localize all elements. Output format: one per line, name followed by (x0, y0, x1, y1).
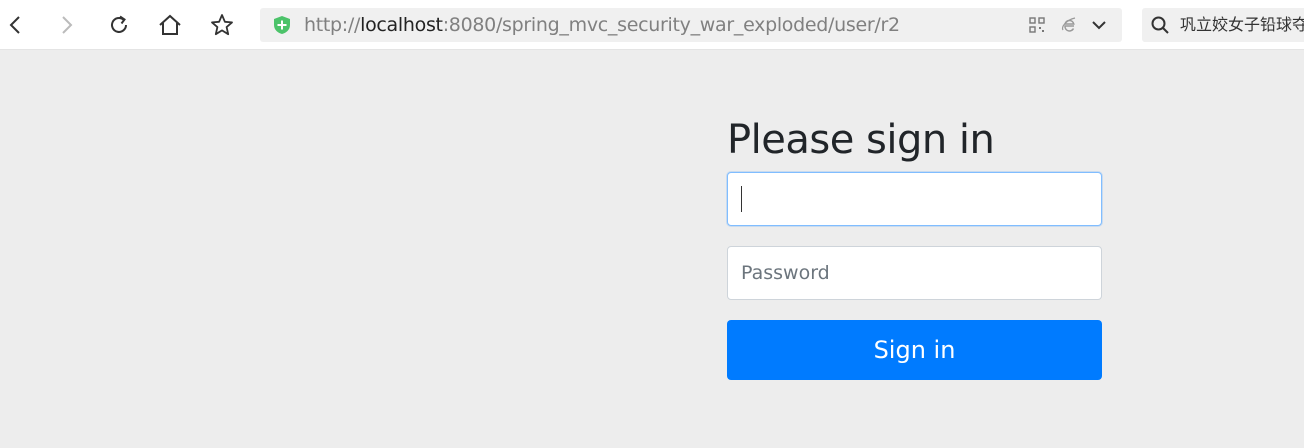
search-box[interactable]: 巩立姣女子铅球夺 (1142, 8, 1304, 42)
url-prefix: http:// (304, 14, 361, 36)
sign-in-form: Please sign in Sign in (727, 116, 1102, 380)
forward-arrow-icon (62, 16, 73, 34)
reload-icon (111, 15, 127, 33)
url-host: localhost (360, 14, 443, 36)
url-path: :8080/spring_mvc_security_war_exploded/u… (442, 14, 900, 36)
username-input[interactable] (727, 172, 1102, 226)
shield-icon (274, 16, 290, 34)
sign-in-button[interactable]: Sign in (727, 320, 1102, 380)
password-input[interactable] (727, 246, 1102, 300)
back-button[interactable] (0, 9, 32, 41)
username-field-wrapper (727, 172, 1102, 226)
browser-toolbar: http://localhost:8080/spring_mvc_securit… (0, 0, 1304, 50)
search-icon (1151, 16, 1169, 34)
url-text[interactable]: http://localhost:8080/spring_mvc_securit… (304, 8, 900, 42)
reload-button[interactable] (103, 9, 135, 41)
forward-button[interactable] (50, 9, 82, 41)
text-cursor (741, 186, 742, 212)
form-heading: Please sign in (727, 117, 995, 163)
address-bar[interactable]: http://localhost:8080/spring_mvc_securit… (260, 8, 1122, 42)
ie-icon[interactable] (1059, 15, 1079, 35)
home-button[interactable] (154, 9, 186, 41)
password-field-wrapper (727, 246, 1102, 300)
search-suggestion-text[interactable]: 巩立姣女子铅球夺 (1180, 8, 1304, 42)
favorite-button[interactable] (206, 9, 238, 41)
chevron-down-icon[interactable] (1089, 15, 1109, 35)
star-icon (211, 14, 233, 36)
qr-code-icon[interactable] (1027, 15, 1047, 35)
home-icon (159, 14, 181, 35)
back-arrow-icon (9, 16, 20, 34)
